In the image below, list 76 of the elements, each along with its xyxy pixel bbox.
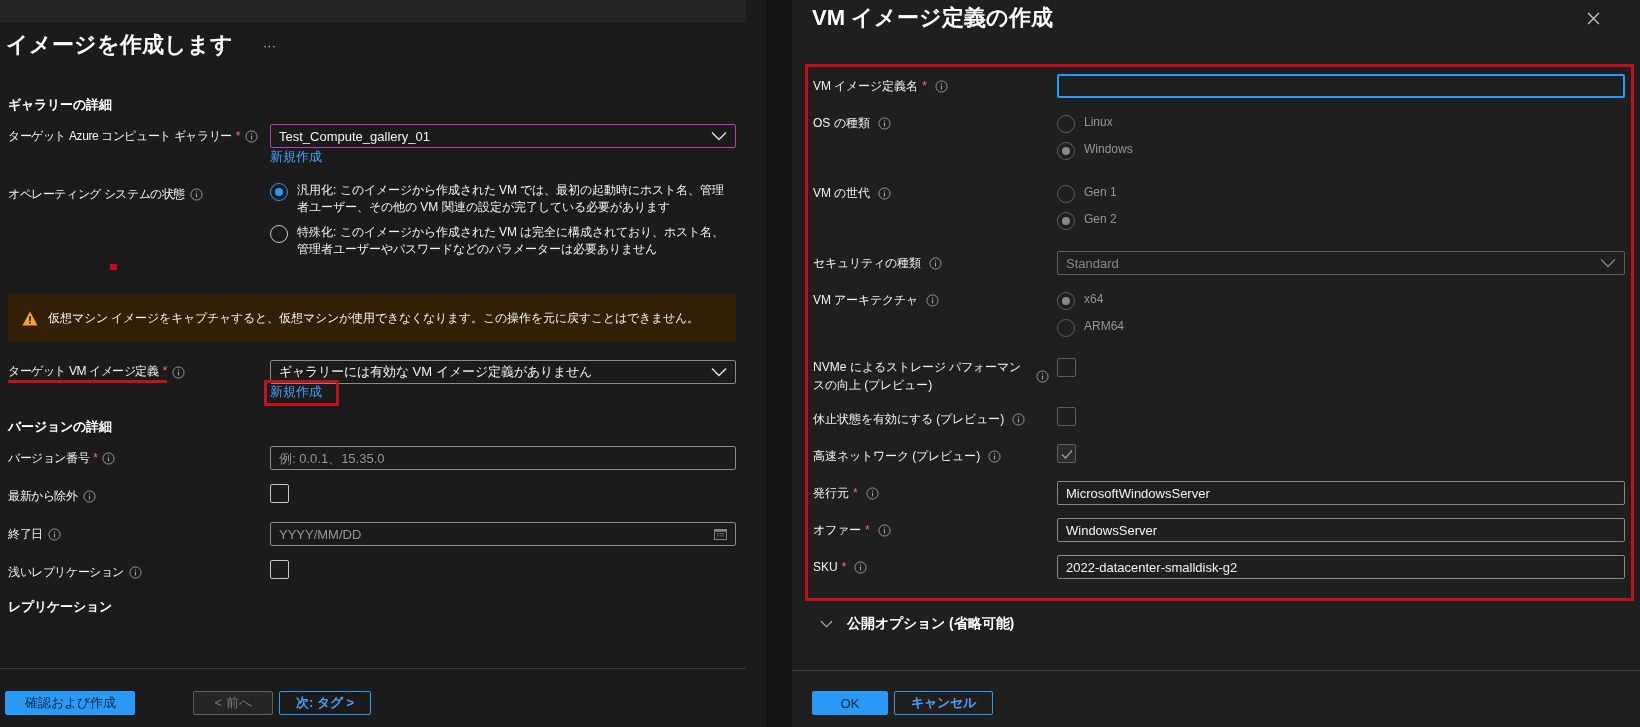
info-icon[interactable] xyxy=(926,293,940,307)
info-icon[interactable] xyxy=(47,527,61,541)
field-label: OS の種類 xyxy=(813,115,870,132)
calendar-icon[interactable] xyxy=(714,528,727,540)
action-button[interactable]: OK xyxy=(812,691,888,715)
info-icon[interactable] xyxy=(929,256,942,270)
info-icon[interactable] xyxy=(988,449,1002,463)
page-title: イメージを作成します xyxy=(6,31,233,59)
field-label: VM の世代 xyxy=(813,185,871,202)
text-field[interactable]: 2022-datacenter-smalldisk-g2 xyxy=(1057,555,1625,579)
field-label: ターゲット Azure コンピュート ギャラリー * xyxy=(8,128,241,145)
more-button[interactable]: ··· xyxy=(259,37,280,53)
text-field[interactable]: MicrosoftWindowsServer xyxy=(1057,481,1625,505)
info-icon[interactable] xyxy=(877,116,891,130)
radio-label: 汎用化: このイメージから作成された VM では、最初の起動時にホスト名、管理者ユーザー、その他の VM 関連の設定が完了している必要があります xyxy=(297,182,726,216)
dropdown[interactable]: ギャラリーには有効な VM イメージ定義がありません xyxy=(270,360,736,384)
field-label: 高速ネットワーク (プレビュー) xyxy=(813,448,981,465)
create-new-link[interactable]: 新規作成 xyxy=(270,149,322,164)
field-label: NVMe によるストレージ パフォーマンスの向上 (プレビュー) xyxy=(813,359,1022,394)
info-icon[interactable] xyxy=(82,489,96,503)
action-button[interactable]: キャンセル xyxy=(894,691,993,715)
info-icon[interactable] xyxy=(878,186,892,200)
radio-label: Gen 1 xyxy=(1084,184,1117,201)
field-label: 休止状態を有効にする (プレビュー) xyxy=(813,411,1005,428)
action-button[interactable]: 確認および作成 xyxy=(5,691,135,715)
chevron-icon xyxy=(820,620,833,628)
action-button[interactable]: 次: タグ > xyxy=(279,691,372,715)
field-label: 浅いレプリケーション xyxy=(8,564,124,581)
radio-label: Linux xyxy=(1084,114,1113,131)
create-new-link[interactable]: 新規作成 xyxy=(270,384,322,399)
page-title: VM イメージ定義の作成 xyxy=(812,4,1054,32)
field-label: VM アーキテクチャ xyxy=(813,292,919,309)
info-icon[interactable] xyxy=(102,451,116,465)
info-icon[interactable] xyxy=(129,565,142,579)
section-heading: ギャラリーの詳細 xyxy=(8,96,113,114)
field-label: オペレーティング システムの状態 xyxy=(8,186,185,203)
info-icon[interactable] xyxy=(877,523,891,537)
field-label: バージョン番号 * xyxy=(8,450,98,467)
radio-label: ARM64 xyxy=(1084,318,1124,335)
info-icon[interactable] xyxy=(865,486,879,500)
radio-label: Windows xyxy=(1084,141,1133,158)
field-label: オファー * xyxy=(813,522,870,539)
section-heading: レプリケーション xyxy=(8,598,113,616)
dropdown[interactable]: Test_Compute_gallery_01 xyxy=(270,124,736,148)
field-label: 最新から除外 xyxy=(8,488,78,505)
field-label: 終了日 xyxy=(8,526,43,543)
warning-text: 仮想マシン イメージをキャプチャすると、仮想マシンが使用できなくなります。この操作を元に戻すことはできません。 xyxy=(48,309,700,327)
chevron-down-icon xyxy=(1600,258,1616,268)
info-icon[interactable] xyxy=(189,187,203,201)
field-label: 発行元 * xyxy=(813,485,858,502)
close-icon[interactable] xyxy=(1587,11,1600,25)
info-icon[interactable] xyxy=(935,79,948,93)
field-label: VM イメージ定義名 * xyxy=(813,78,927,95)
expander-button[interactable]: 公開オプション (省略可能) xyxy=(820,615,1015,633)
radio-label: x64 xyxy=(1084,291,1104,308)
radio-label: 特殊化: このイメージから作成された VM は完全に構成されており、ホスト名、管理者ユーザーやパスワードなどのパラメーターは必要ありません xyxy=(297,224,726,258)
text-field[interactable] xyxy=(1057,74,1625,98)
date-field[interactable]: YYYY/MM/DD xyxy=(270,522,736,546)
info-icon[interactable] xyxy=(1012,412,1026,426)
info-icon[interactable] xyxy=(171,365,185,379)
field-label: ターゲット VM イメージ定義 * xyxy=(8,361,167,383)
text-field[interactable]: 例: 0.0.1、15.35.0 xyxy=(270,446,736,470)
section-heading: バージョンの詳細 xyxy=(8,418,113,436)
info-icon[interactable] xyxy=(245,129,259,143)
annotation-mark xyxy=(110,264,117,270)
radio-label: Gen 2 xyxy=(1084,211,1117,228)
warning-icon xyxy=(22,310,38,326)
field-label: SKU * xyxy=(813,559,847,576)
chevron-down-icon xyxy=(711,367,727,377)
text-field[interactable]: WindowsServer xyxy=(1057,518,1625,542)
checkbox[interactable] xyxy=(270,560,289,579)
info-icon[interactable] xyxy=(854,560,868,574)
checkbox[interactable] xyxy=(270,484,289,503)
chevron-down-icon xyxy=(711,131,727,141)
field-label: セキュリティの種類 xyxy=(813,255,921,272)
info-icon[interactable] xyxy=(1036,369,1049,383)
